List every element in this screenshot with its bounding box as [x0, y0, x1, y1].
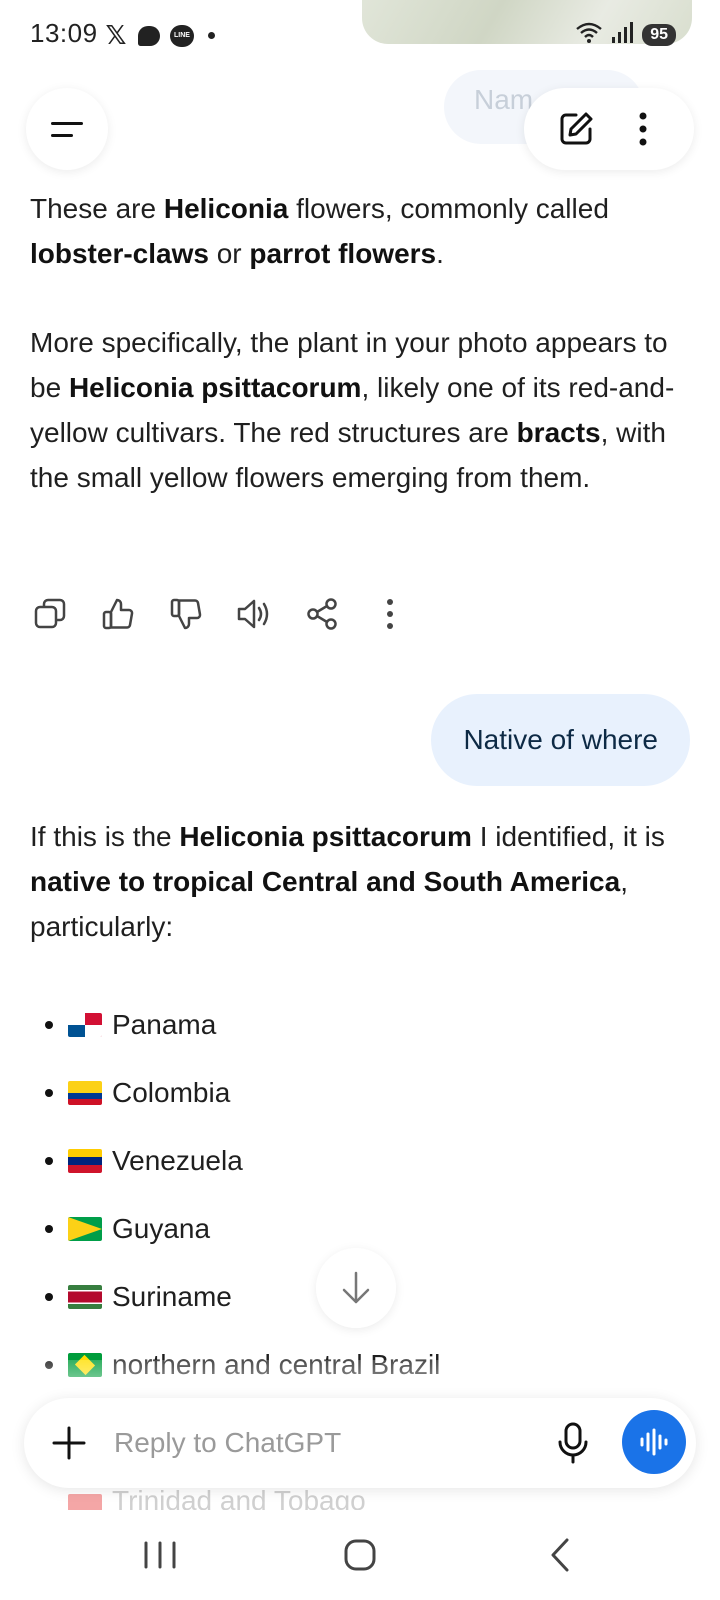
attach-button[interactable]	[46, 1420, 92, 1466]
bold-text: Heliconia psittacorum	[179, 821, 472, 852]
list-item-label: Venezuela	[112, 1145, 243, 1176]
more-vertical-icon	[639, 112, 646, 146]
bold-text: lobster-claws	[30, 238, 209, 269]
assistant-message: If this is the Heliconia psittacorum I i…	[30, 814, 690, 949]
list-item-label: Suriname	[112, 1281, 232, 1312]
bold-text: Heliconia psittacorum	[68, 372, 362, 403]
status-time: 13:09	[30, 18, 98, 48]
list-item: Panama	[30, 1003, 690, 1071]
bold-text: Heliconia	[163, 193, 289, 224]
notification-icons: 𝕏 LINE	[104, 20, 215, 51]
copy-icon	[34, 598, 66, 629]
text-run: or	[208, 238, 250, 269]
bad-response-button[interactable]	[166, 594, 206, 634]
system-indicators: 95	[574, 20, 676, 49]
hamburger-icon	[51, 121, 83, 137]
region-list: PanamaColombiaVenezuelaGuyanaSurinamenor…	[30, 1003, 690, 1411]
suriname-flag-icon	[68, 1285, 102, 1309]
wifi-icon	[574, 20, 604, 49]
good-response-button[interactable]	[98, 594, 138, 634]
header-actions	[524, 88, 694, 170]
panama-flag-icon	[68, 1013, 102, 1037]
new-chat-button[interactable]	[554, 107, 598, 151]
menu-button[interactable]	[26, 88, 108, 170]
list-item: Venezuela	[30, 1139, 690, 1207]
x-icon: 𝕏	[105, 20, 127, 50]
assistant-paragraph: If this is the Heliconia psittacorum I i…	[30, 814, 690, 949]
home-button[interactable]	[336, 1534, 384, 1576]
assistant-paragraph: These are Heliconia flowers, commonly ca…	[30, 186, 690, 276]
voice-waveform-icon	[640, 1428, 668, 1456]
recent-apps-icon	[144, 1541, 176, 1569]
more-vertical-icon	[387, 599, 393, 629]
share-icon	[307, 598, 337, 630]
bold-text: native to tropical Central and South Ame…	[30, 866, 621, 897]
chat-bubble-icon	[138, 25, 160, 46]
colombia-flag-icon	[68, 1081, 102, 1105]
text-run: .	[436, 238, 444, 269]
assistant-paragraph: More specifically, the plant in your pho…	[30, 320, 690, 500]
plus-icon	[52, 1426, 86, 1460]
bold-text: parrot flowers	[249, 238, 437, 269]
bold-text: bracts	[516, 417, 601, 448]
message-more-button[interactable]	[370, 594, 410, 634]
list-item-label: Guyana	[112, 1213, 211, 1244]
list-item-label: Panama	[112, 1009, 217, 1040]
voice-mode-button[interactable]	[622, 1410, 686, 1474]
guyana-flag-icon	[68, 1217, 102, 1241]
text-run: I identified, it is	[471, 821, 665, 852]
dot-icon	[208, 32, 215, 39]
edit-icon	[560, 112, 592, 145]
composer	[24, 1398, 696, 1488]
read-aloud-icon	[237, 599, 269, 629]
back-button[interactable]	[540, 1534, 580, 1576]
share-button[interactable]	[302, 594, 342, 634]
arrow-down-icon	[342, 1271, 370, 1304]
venezuela-flag-icon	[68, 1149, 102, 1173]
message-input[interactable]	[114, 1418, 514, 1468]
message-actions	[30, 594, 410, 634]
recent-apps-button[interactable]	[132, 1534, 188, 1576]
user-message-bubble: Native of where	[431, 694, 690, 786]
status-bar: 13:09 𝕏 LINE 95	[0, 0, 720, 66]
signal-icon	[610, 20, 636, 49]
dictate-button[interactable]	[548, 1418, 598, 1468]
system-navigation-bar	[0, 1510, 720, 1600]
read-aloud-button[interactable]	[234, 594, 274, 634]
text-run: These are	[30, 193, 164, 224]
scroll-to-bottom-button[interactable]	[316, 1248, 396, 1328]
back-icon	[551, 1538, 569, 1572]
list-item-label: Colombia	[112, 1077, 231, 1108]
line-icon: LINE	[170, 24, 194, 47]
thumbs-up-icon	[102, 598, 134, 630]
copy-button[interactable]	[30, 594, 70, 634]
assistant-message: These are Heliconia flowers, commonly ca…	[30, 186, 690, 500]
list-item: Colombia	[30, 1071, 690, 1139]
thumbs-down-icon	[170, 598, 202, 630]
text-run: flowers, commonly called	[288, 193, 609, 224]
microphone-icon	[558, 1422, 588, 1464]
home-icon	[344, 1539, 376, 1571]
battery-indicator: 95	[642, 23, 676, 46]
text-run: If this is the	[30, 821, 180, 852]
more-options-button[interactable]	[621, 107, 665, 151]
